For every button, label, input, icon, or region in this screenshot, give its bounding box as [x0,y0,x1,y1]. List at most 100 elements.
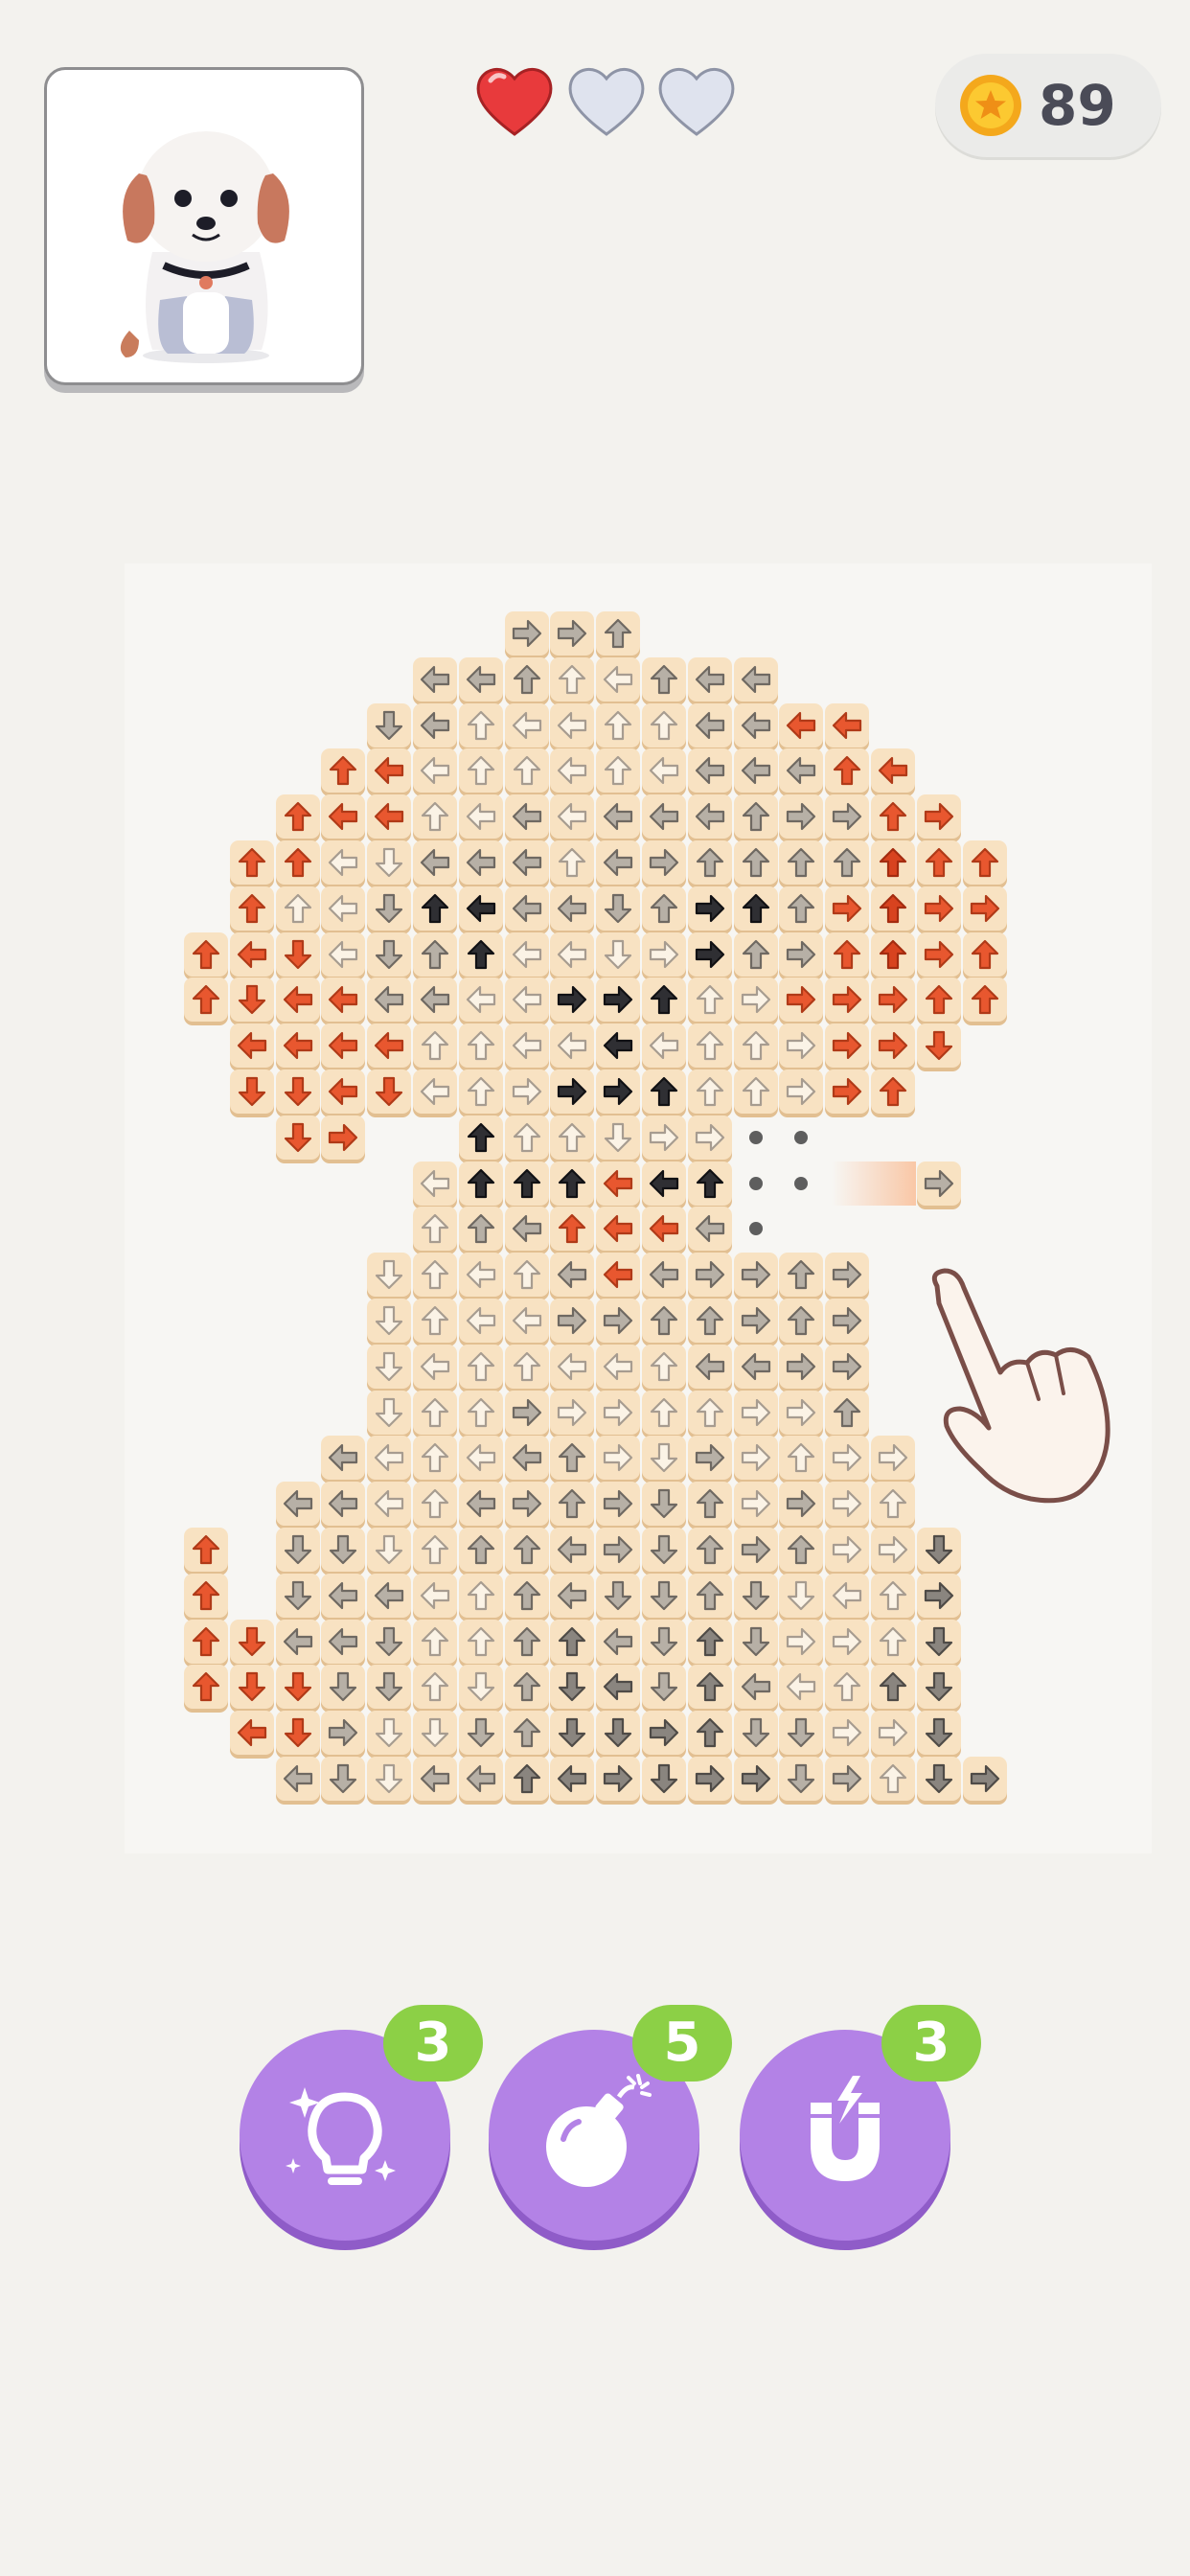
arrow-tile[interactable] [321,840,366,885]
arrow-tile[interactable] [229,1665,274,1710]
arrow-tile[interactable] [458,1757,503,1801]
arrow-tile[interactable] [825,1299,870,1343]
arrow-tile[interactable] [687,978,732,1023]
arrow-tile[interactable] [642,1070,686,1114]
arrow-tile[interactable] [642,1482,686,1527]
arrow-tile[interactable] [642,932,686,977]
arrow-tile[interactable] [825,794,870,840]
arrow-tile[interactable] [413,1665,457,1710]
arrow-tile[interactable] [687,1711,732,1756]
arrow-tile[interactable] [596,1619,641,1664]
arrow-tile[interactable] [275,1573,320,1618]
arrow-tile[interactable] [413,1161,457,1206]
arrow-tile[interactable] [275,1024,320,1069]
arrow-tile[interactable] [321,1528,366,1572]
arrow-tile[interactable] [504,1482,549,1527]
arrow-tile[interactable] [550,1390,595,1435]
arrow-tile[interactable] [504,1299,549,1343]
arrow-tile[interactable] [504,1619,549,1664]
arrow-tile[interactable] [916,1024,961,1069]
arrow-tile[interactable] [779,1253,824,1298]
arrow-tile[interactable] [733,1528,778,1572]
arrow-tile[interactable] [229,1619,274,1664]
arrow-tile[interactable] [733,1344,778,1389]
arrow-tile[interactable] [458,886,503,931]
arrow-tile[interactable] [825,1665,870,1710]
arrow-tile[interactable] [779,1436,824,1481]
arrow-tile[interactable] [458,1390,503,1435]
arrow-tile[interactable] [687,1573,732,1618]
arrow-tile[interactable] [596,794,641,840]
arrow-tile[interactable] [550,1344,595,1389]
arrow-tile[interactable] [596,1757,641,1801]
arrow-tile[interactable] [733,1482,778,1527]
arrow-tile[interactable] [550,1482,595,1527]
arrow-tile[interactable] [596,1207,641,1252]
arrow-tile[interactable] [916,794,961,840]
arrow-tile[interactable] [413,1573,457,1618]
arrow-tile[interactable] [229,932,274,977]
arrow-tile[interactable] [733,1024,778,1069]
arrow-tile[interactable] [825,886,870,931]
arrow-tile[interactable] [275,1528,320,1572]
arrow-tile[interactable] [275,886,320,931]
arrow-tile[interactable] [550,794,595,840]
arrow-tile[interactable] [413,1757,457,1801]
arrow-tile[interactable] [367,794,412,840]
arrow-tile[interactable] [687,1207,732,1252]
arrow-tile[interactable] [275,1757,320,1801]
arrow-tile[interactable] [687,748,732,794]
arrow-tile[interactable] [596,1024,641,1069]
arrow-tile[interactable] [550,1436,595,1481]
arrow-tile[interactable] [458,1070,503,1114]
arrow-tile[interactable] [916,932,961,977]
arrow-tile[interactable] [825,1482,870,1527]
arrow-tile[interactable] [504,1070,549,1114]
arrow-tile[interactable] [275,794,320,840]
arrow-tile[interactable] [871,1482,915,1527]
arrow-tile[interactable] [458,656,503,702]
arrow-tile[interactable] [504,656,549,702]
arrow-tile[interactable] [733,978,778,1023]
arrow-tile[interactable] [642,1436,686,1481]
arrow-tile[interactable] [733,1070,778,1114]
arrow-tile[interactable] [642,1115,686,1160]
arrow-tile[interactable] [687,1344,732,1389]
arrow-tile[interactable] [642,1161,686,1206]
arrow-tile[interactable] [504,1436,549,1481]
arrow-tile[interactable] [642,1207,686,1252]
arrow-tile[interactable] [550,1207,595,1252]
arrow-tile[interactable] [779,840,824,885]
arrow-tile[interactable] [916,1528,961,1572]
arrow-tile[interactable] [962,1757,1007,1801]
arrow-tile[interactable] [825,1344,870,1389]
arrow-tile[interactable] [733,748,778,794]
arrow-tile[interactable] [871,1528,915,1572]
arrow-tile[interactable] [825,1528,870,1572]
arrow-tile[interactable] [367,1024,412,1069]
arrow-tile[interactable] [504,1665,549,1710]
arrow-tile[interactable] [733,932,778,977]
arrow-tile[interactable] [413,1344,457,1389]
arrow-tile[interactable] [642,1024,686,1069]
arrow-tile[interactable] [733,1299,778,1343]
arrow-tile[interactable] [367,978,412,1023]
arrow-tile[interactable] [458,1436,503,1481]
arrow-tile[interactable] [321,1482,366,1527]
arrow-tile[interactable] [825,1757,870,1801]
arrow-tile[interactable] [733,1711,778,1756]
arrow-tile[interactable] [733,886,778,931]
arrow-tile[interactable] [504,1528,549,1572]
arrow-tile[interactable] [596,886,641,931]
arrow-tile[interactable] [413,1619,457,1664]
arrow-tile[interactable] [779,1344,824,1389]
arrow-tile[interactable] [871,1757,915,1801]
arrow-tile[interactable] [733,1757,778,1801]
arrow-tile[interactable] [550,656,595,702]
arrow-tile[interactable] [550,1161,595,1206]
arrow-tile[interactable] [458,840,503,885]
arrow-tile[interactable] [504,1253,549,1298]
arrow-tile[interactable] [504,748,549,794]
arrow-tile[interactable] [458,748,503,794]
arrow-tile[interactable] [413,1528,457,1572]
